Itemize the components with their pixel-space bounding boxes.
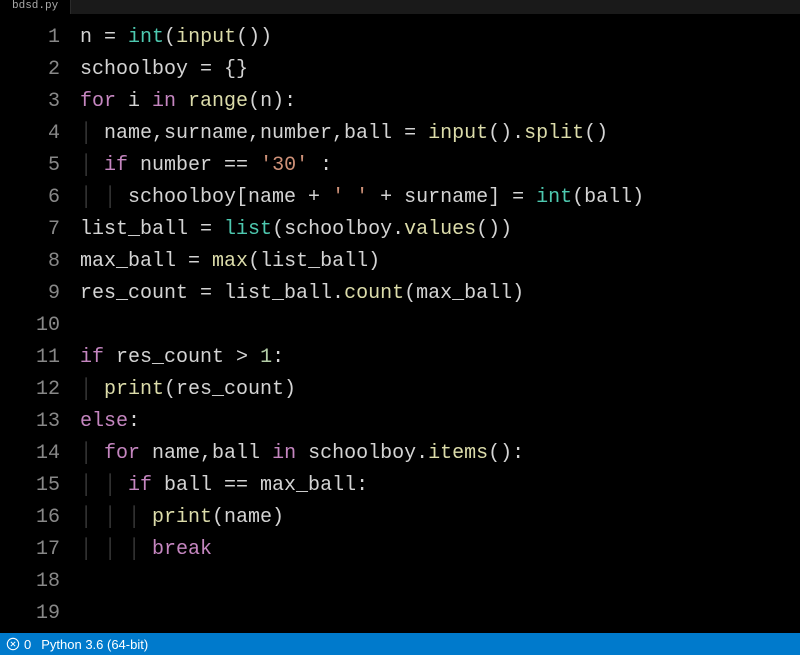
code-line[interactable]: schoolboy = {} [80,54,800,86]
code-line[interactable]: for i in range(n): [80,86,800,118]
status-problems[interactable]: 0 [6,637,31,652]
code-line[interactable]: res_count = list_ball.count(max_ball) [80,278,800,310]
line-number: 19 [0,598,60,630]
code-line[interactable]: │ if number == '30' : [80,150,800,182]
tab-bar: bdsd.py [0,0,800,14]
code-line[interactable] [80,566,800,598]
tab-file[interactable]: bdsd.py [0,0,71,14]
line-number: 17 [0,534,60,566]
line-number: 13 [0,406,60,438]
code-area[interactable]: n = int(input()) schoolboy = {} for i in… [80,22,800,633]
line-number: 6 [0,182,60,214]
code-line[interactable]: │ for name,ball in schoolboy.items(): [80,438,800,470]
line-number: 12 [0,374,60,406]
code-line[interactable]: │ │ if ball == max_ball: [80,470,800,502]
status-python[interactable]: Python 3.6 (64-bit) [41,637,148,652]
code-line[interactable]: │ │ │ break [80,534,800,566]
tab-label: bdsd.py [12,0,58,12]
line-number: 10 [0,310,60,342]
code-line[interactable] [80,598,800,630]
line-number: 11 [0,342,60,374]
line-number: 3 [0,86,60,118]
line-number: 4 [0,118,60,150]
error-icon [6,637,20,651]
line-number: 8 [0,246,60,278]
line-number: 7 [0,214,60,246]
line-number: 5 [0,150,60,182]
code-line[interactable]: │ │ schoolboy[name + ' ' + surname] = in… [80,182,800,214]
code-line[interactable]: else: [80,406,800,438]
line-number: 15 [0,470,60,502]
line-number: 14 [0,438,60,470]
code-line[interactable]: n = int(input()) [80,22,800,54]
code-line[interactable]: list_ball = list(schoolboy.values()) [80,214,800,246]
gutter: 1 2 3 4 5 6 7 8 9 10 11 12 13 14 15 16 1… [0,22,80,633]
line-number: 18 [0,566,60,598]
line-number: 16 [0,502,60,534]
code-line[interactable]: │ name,surname,number,ball = input().spl… [80,118,800,150]
editor[interactable]: 1 2 3 4 5 6 7 8 9 10 11 12 13 14 15 16 1… [0,14,800,633]
code-line[interactable]: │ │ │ print(name) [80,502,800,534]
line-number: 1 [0,22,60,54]
status-bar: 0 Python 3.6 (64-bit) [0,633,800,655]
line-number: 2 [0,54,60,86]
code-line[interactable]: │ print(res_count) [80,374,800,406]
code-line[interactable] [80,310,800,342]
code-line[interactable]: max_ball = max(list_ball) [80,246,800,278]
line-number: 9 [0,278,60,310]
code-line[interactable]: if res_count > 1: [80,342,800,374]
status-problems-count: 0 [24,637,31,652]
